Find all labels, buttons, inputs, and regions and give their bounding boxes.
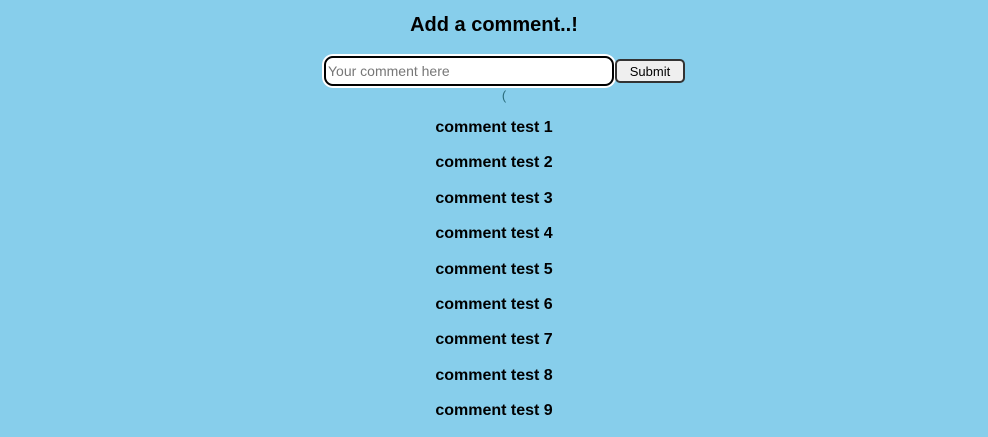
comment-item: comment test 4: [435, 225, 553, 243]
comment-list: comment test 1 comment test 2 comment te…: [0, 118, 988, 437]
comment-item: comment test 7: [435, 331, 553, 349]
comment-item: comment test 2: [435, 154, 553, 172]
comment-item: comment test 5: [435, 260, 553, 278]
comment-input[interactable]: [324, 56, 614, 86]
status-text: (: [501, 88, 507, 103]
comment-item: comment test 6: [435, 295, 553, 313]
comment-item: comment test 1: [435, 119, 553, 136]
comment-item: comment test 8: [435, 366, 553, 384]
comment-form: Submit: [324, 56, 685, 86]
comment-item: comment test 3: [435, 189, 553, 207]
submit-button[interactable]: Submit: [615, 59, 685, 83]
page-title: Add a comment..!: [410, 14, 578, 36]
comment-item: comment test 9: [435, 402, 553, 420]
